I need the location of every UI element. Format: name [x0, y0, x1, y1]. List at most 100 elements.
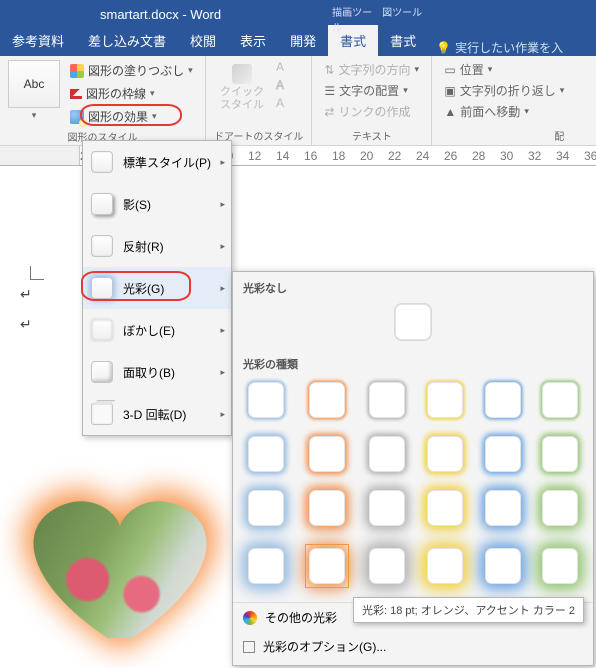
glow-swatch-icon: [542, 382, 578, 418]
tab-format-picture[interactable]: 書式: [378, 25, 428, 56]
bevel-icon: [91, 361, 113, 383]
glow-swatch[interactable]: [426, 436, 464, 472]
bring-forward-button[interactable]: ▲前面へ移動▾: [440, 102, 568, 121]
glow-swatch[interactable]: [426, 490, 464, 526]
ruler-number: 16: [304, 149, 317, 163]
glow-swatch[interactable]: [369, 436, 407, 472]
tab-references[interactable]: 参考資料: [0, 25, 76, 56]
glow-swatch-icon: [369, 490, 405, 526]
glow-swatch-icon: [309, 382, 345, 418]
glow-swatch[interactable]: [541, 544, 579, 588]
glow-swatch-icon: [248, 490, 284, 526]
glow-swatch[interactable]: [305, 490, 349, 526]
glow-swatch[interactable]: [426, 382, 464, 418]
glow-swatch[interactable]: [426, 544, 464, 588]
glow-swatch-icon: [427, 490, 463, 526]
tab-developer[interactable]: 開発: [278, 25, 328, 56]
glow-swatch[interactable]: [305, 436, 349, 472]
tab-mailmerge[interactable]: 差し込み文書: [76, 25, 178, 56]
glow-swatch[interactable]: [541, 436, 579, 472]
paragraph-mark: ↵: [20, 316, 32, 333]
dropdown-icon: ▾: [152, 111, 157, 122]
shape-outline-button[interactable]: 図形の枠線 ▾: [66, 83, 197, 104]
submenu-arrow-icon: ▸: [220, 199, 225, 210]
color-wheel-icon: [243, 611, 257, 625]
glow-swatch[interactable]: [305, 382, 349, 418]
ruler-number: 32: [528, 149, 541, 163]
group-label-text: テキスト: [320, 126, 423, 143]
text-direction-button: ⇅文字列の方向▾: [320, 60, 423, 79]
glow-swatch[interactable]: [369, 490, 407, 526]
effects-item-softedges[interactable]: ぼかし(E)▸: [83, 309, 231, 351]
glow-swatch-icon: [369, 382, 405, 418]
shape-outline-label: 図形の枠線: [86, 85, 146, 102]
window-title: smartart.docx - Word: [100, 7, 221, 22]
shape-fill-button[interactable]: 図形の塗りつぶし ▾: [66, 60, 197, 81]
shape-effects-label: 図形の効果: [88, 108, 148, 125]
preset-icon: [91, 151, 113, 173]
glow-swatch[interactable]: [541, 382, 579, 418]
text-align-button[interactable]: ☰文字の配置▾: [320, 81, 423, 100]
shape-fill-label: 図形の塗りつぶし: [88, 62, 184, 79]
glow-icon: [91, 277, 113, 299]
wrap-icon: ▣: [444, 84, 455, 98]
glow-swatch[interactable]: [484, 382, 522, 418]
glow-swatch[interactable]: [541, 490, 579, 526]
glow-options-button[interactable]: 光彩のオプション(G)...: [233, 632, 593, 661]
text-effects-icon[interactable]: A: [276, 96, 284, 110]
glow-swatch-icon: [248, 382, 284, 418]
tab-view[interactable]: 表示: [228, 25, 278, 56]
glow-swatch[interactable]: [247, 436, 285, 472]
glow-swatch[interactable]: [484, 436, 522, 472]
glow-swatch[interactable]: [247, 382, 285, 418]
tell-me-box[interactable]: 💡 実行したい作業を入: [428, 39, 571, 56]
shape-style-preview[interactable]: Abc: [8, 60, 60, 108]
reflection-icon: [91, 235, 113, 257]
glow-swatch-icon: [485, 548, 521, 584]
dropdown-icon: ▾: [188, 65, 193, 76]
glow-swatch-icon: [542, 490, 578, 526]
forward-icon: ▲: [444, 105, 456, 119]
effects-item-reflection[interactable]: 反射(R)▸: [83, 225, 231, 267]
ruler-number: 18: [332, 149, 345, 163]
glow-swatch[interactable]: [484, 544, 522, 588]
glow-swatch-icon: [309, 490, 345, 526]
submenu-arrow-icon: ▸: [220, 367, 225, 378]
shape-effects-button[interactable]: 図形の効果 ▾: [66, 106, 197, 127]
glow-swatch[interactable]: [484, 490, 522, 526]
glow-swatch-icon: [309, 548, 345, 584]
paragraph-mark: ↵: [20, 286, 32, 303]
effects-item-bevel[interactable]: 面取り(B)▸: [83, 351, 231, 393]
position-button[interactable]: ▭位置▾: [440, 60, 568, 79]
create-link-button: ⇄リンクの作成: [320, 102, 423, 121]
glow-swatch-icon: [485, 382, 521, 418]
heart-picture-shape[interactable]: [0, 480, 240, 650]
glow-swatch[interactable]: [247, 490, 285, 526]
effects-item-standard[interactable]: 標準スタイル(P)▸: [83, 141, 231, 183]
glow-swatch-icon: [427, 548, 463, 584]
glow-swatch[interactable]: [305, 544, 349, 588]
glow-swatch[interactable]: [369, 382, 407, 418]
glow-swatch[interactable]: [369, 544, 407, 588]
options-icon: [243, 641, 255, 653]
quick-styles-button[interactable]: クイック スタイル: [214, 60, 270, 116]
group-label-arrange: 配: [440, 126, 568, 143]
submenu-arrow-icon: ▸: [220, 157, 225, 168]
text-outline-icon[interactable]: A: [276, 78, 284, 92]
style-gallery-dropdown-icon[interactable]: ▾: [32, 110, 37, 121]
tab-review[interactable]: 校閲: [178, 25, 228, 56]
link-icon: ⇄: [324, 105, 334, 119]
glow-none-swatch[interactable]: [243, 304, 583, 340]
effects-icon: [70, 110, 84, 124]
glow-variations-header: 光彩の種類: [233, 348, 593, 376]
effects-item-3drotation[interactable]: 3-D 回転(D)▸: [83, 393, 231, 435]
glow-swatch-icon: [485, 436, 521, 472]
effects-item-glow[interactable]: 光彩(G)▸: [83, 267, 231, 309]
text-fill-icon[interactable]: A: [276, 60, 284, 74]
glow-swatch[interactable]: [247, 544, 285, 588]
ruler-number: 36: [584, 149, 596, 163]
wrap-text-button[interactable]: ▣文字列の折り返し▾: [440, 81, 568, 100]
submenu-arrow-icon: ▸: [220, 409, 225, 420]
effects-item-shadow[interactable]: 影(S)▸: [83, 183, 231, 225]
glow-options-label: 光彩のオプション(G)...: [263, 638, 386, 655]
